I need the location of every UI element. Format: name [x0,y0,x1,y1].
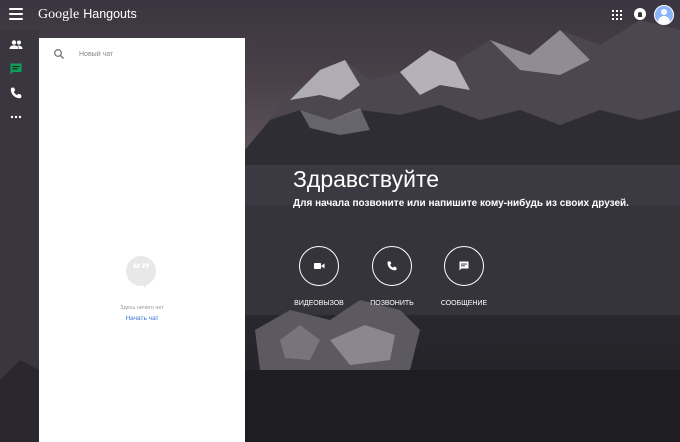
search-row [39,38,245,70]
new-chat-input[interactable] [79,47,229,61]
welcome-subtitle: Для начала позвоните или напишите кому-н… [293,198,629,209]
brand-google: Google [38,7,80,22]
apps-grid-icon[interactable] [612,10,622,20]
top-bar: Google Hangouts [0,0,680,30]
menu-icon[interactable] [9,8,23,20]
message-label: СООБЩЕНИЕ [440,300,488,307]
brand-product: Hangouts [83,7,137,21]
welcome-title: Здравствуйте [293,166,440,192]
message-icon [459,261,469,271]
start-chat-link[interactable]: Начать чат [39,315,245,322]
message-button[interactable] [444,246,484,286]
phone-icon [387,261,397,271]
app-logo[interactable]: Google Hangouts [38,7,137,23]
empty-state-text: Здесь ничего нет [120,305,164,311]
people-icon[interactable] [9,38,23,52]
search-icon [54,49,64,59]
empty-chat-icon: “” [126,256,156,286]
video-call-label: ВИДЕОВЫЗОВ [294,300,344,307]
chat-icon[interactable] [9,62,23,76]
video-call-button[interactable] [299,246,339,286]
empty-chat-icon-tail [144,282,150,288]
video-icon [314,263,325,269]
call-button[interactable] [372,246,412,286]
notifications-icon[interactable] [634,8,646,20]
chat-list-panel: “” Здесь ничего нет Начать чат [39,38,245,442]
phone-icon[interactable] [9,86,23,100]
more-horizontal-icon[interactable] [9,110,23,124]
call-label: ПОЗВОНИТЬ [370,300,414,307]
avatar[interactable] [654,5,674,25]
